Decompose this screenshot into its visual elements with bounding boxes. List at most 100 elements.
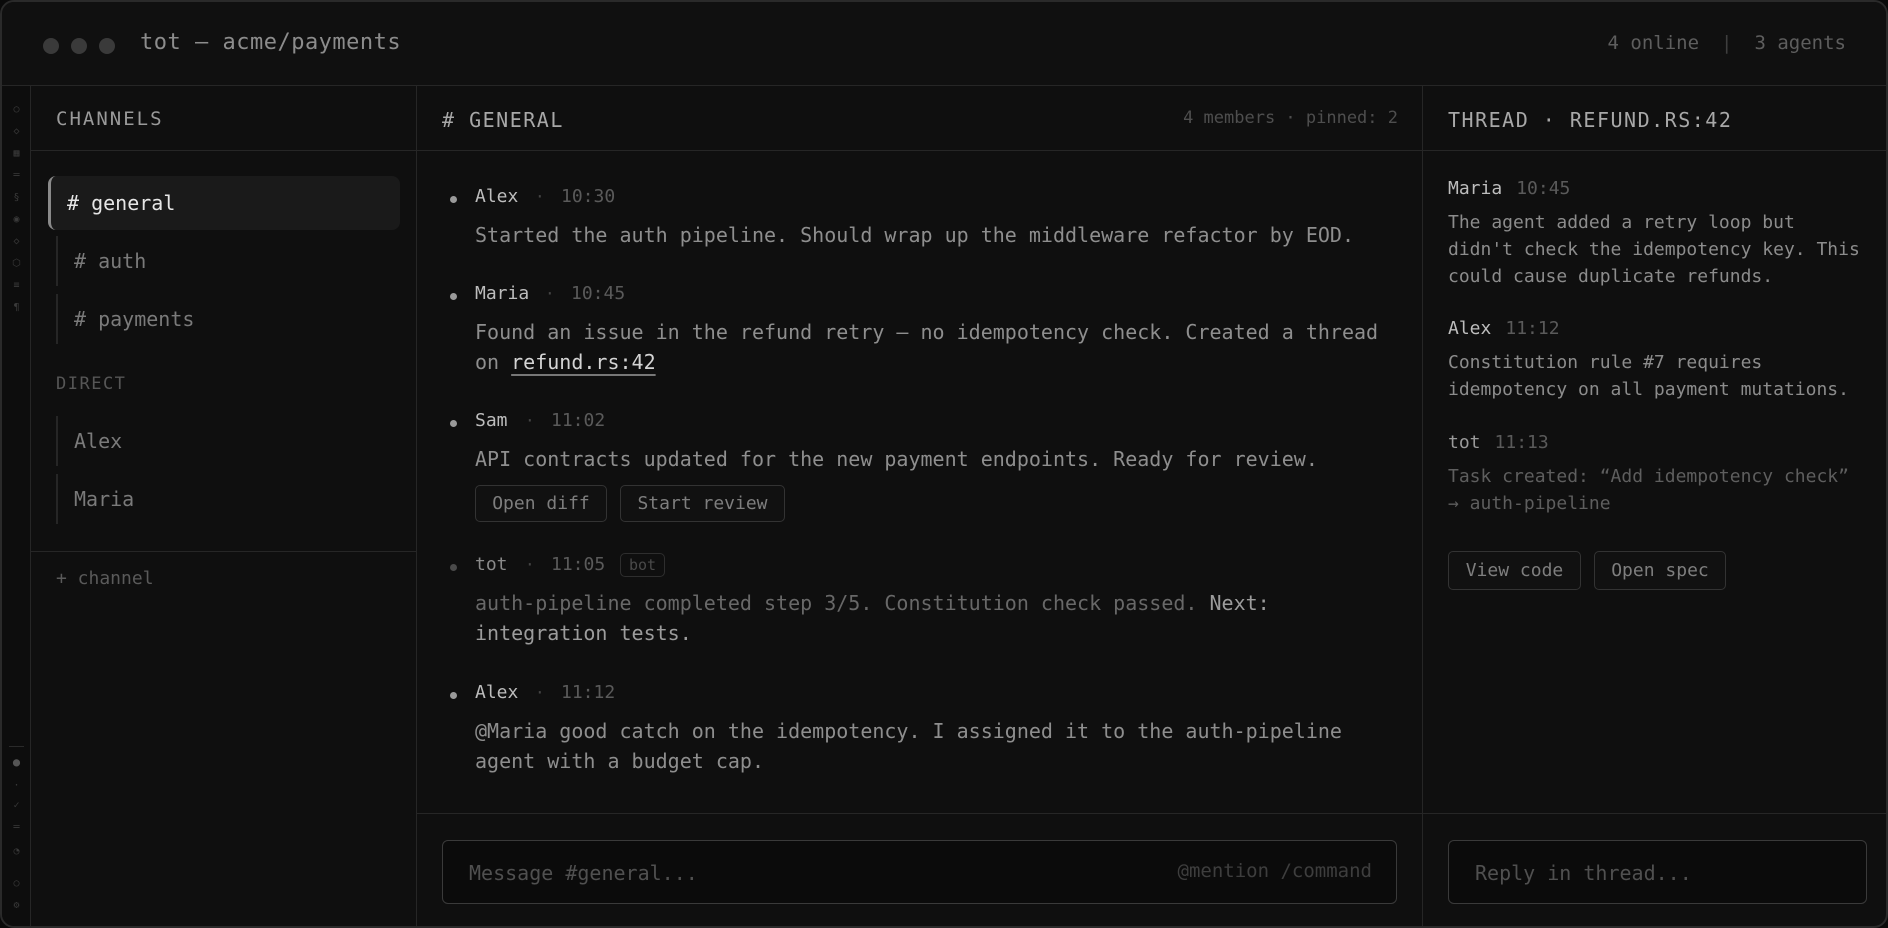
message-time: 11:13 (1494, 432, 1549, 453)
message-highlight: integration tests. (475, 621, 692, 645)
message-time: 10:45 (1516, 178, 1571, 199)
message-time: 11:12 (561, 682, 616, 703)
minus-icon[interactable]: ═ (2, 170, 31, 182)
message-time: 10:30 (561, 186, 616, 207)
channel-item-general[interactable]: # general (48, 176, 400, 230)
channels-heading: CHANNELS (56, 108, 164, 130)
meta-separator: · (535, 683, 545, 702)
status-separator: | (1721, 32, 1733, 54)
message-bullet (450, 564, 457, 571)
message-body: Started the auth pipeline. Should wrap u… (475, 223, 1354, 247)
ring-icon[interactable]: ○ (2, 878, 31, 890)
message-text: Found an issue in the refund retry — no … (475, 320, 1379, 344)
circle-icon[interactable]: ○ (2, 104, 31, 116)
filled-dot-icon[interactable]: ● (2, 756, 31, 768)
message-author[interactable]: Alex (475, 682, 518, 703)
minimize-window-icon[interactable] (71, 38, 87, 54)
message-body: Constitution rule #7 requires idempotenc… (1448, 349, 1868, 403)
conversation-header: # GENERAL 4 members · pinned: 2 (417, 86, 1422, 151)
close-window-icon[interactable] (43, 38, 59, 54)
message-author[interactable]: Sam (475, 410, 508, 431)
message-time: 10:45 (571, 283, 626, 304)
s-icon[interactable]: § (2, 192, 31, 204)
message-text: didn't check the idempotency key. This (1448, 239, 1860, 260)
message-text: on (475, 350, 500, 374)
dot-icon[interactable]: ◉ (2, 214, 31, 226)
conversation-title: # GENERAL (442, 108, 564, 132)
message-body: Task created: “Add idempotency check” → … (1448, 463, 1868, 517)
message-composer[interactable]: @mention /command (442, 840, 1397, 904)
message-body: @Maria good catch on the idempotency. I … (475, 716, 1395, 776)
message-text: could cause duplicate refunds. (1448, 266, 1774, 287)
message-author[interactable]: Alex (1448, 318, 1491, 339)
thread-reply-composer[interactable] (1448, 840, 1867, 904)
strip-divider (9, 746, 24, 747)
message-text: auth-pipeline completed step 3/5. Consti… (475, 591, 1198, 615)
window-title: tot — acme/payments (140, 30, 402, 55)
pilcrow-icon[interactable]: ¶ (2, 302, 31, 314)
presence-status: 4 online | 3 agents (1608, 32, 1846, 54)
channels-divider (31, 551, 416, 552)
channel-item-payments[interactable]: # payments (56, 294, 398, 344)
message-time: 11:12 (1505, 318, 1560, 339)
add-channel-button[interactable]: + channel (56, 568, 154, 589)
message-bullet (450, 293, 457, 300)
message-author[interactable]: Maria (475, 283, 529, 304)
diamond-icon[interactable]: ◇ (2, 236, 31, 248)
message-bullet (450, 692, 457, 699)
message-author[interactable]: Alex (475, 186, 518, 207)
message-bullet (450, 420, 457, 427)
message-text: agent with a budget cap. (475, 749, 764, 773)
start-review-button[interactable]: Start review (620, 485, 785, 522)
view-code-button[interactable]: View code (1448, 551, 1581, 590)
activity-strip: ○ ◇ ▦ ═ § ◉ ◇ ⬡ ≡ ¶ ● · ✓ ═ ◔ ○ ⚙ (2, 86, 31, 926)
lines-icon[interactable]: ═ (2, 822, 31, 834)
thread-message: Maria 10:45 The agent added a retry loop … (1448, 178, 1868, 290)
message-body: The agent added a retry loop but didn't … (1448, 209, 1868, 290)
channels-pane: CHANNELS # general # auth # payments DIR… (31, 86, 417, 926)
thread-reply-input[interactable] (1473, 859, 1843, 887)
composer-area: @mention /command (417, 813, 1422, 926)
grid-icon[interactable]: ▦ (2, 148, 31, 160)
bars-icon[interactable]: ≡ (2, 280, 31, 292)
title-bar: tot — acme/payments 4 online | 3 agents (2, 2, 1886, 86)
maximize-window-icon[interactable] (99, 38, 115, 54)
thread-composer-area (1423, 813, 1886, 926)
message-body: auth-pipeline completed step 3/5. Consti… (475, 588, 1395, 648)
open-diff-button[interactable]: Open diff (475, 485, 607, 522)
message-text: The agent added a retry loop but (1448, 212, 1795, 233)
direct-heading: DIRECT (56, 374, 127, 394)
conversation-meta: 4 members · pinned: 2 (1183, 108, 1398, 128)
diamond-icon[interactable]: ◇ (2, 126, 31, 138)
bot-badge: bot (620, 553, 666, 577)
direct-item-alex[interactable]: Alex (56, 416, 398, 466)
message-author[interactable]: Maria (1448, 178, 1502, 199)
thread-message: tot 11:13 Task created: “Add idempotency … (1448, 432, 1868, 517)
thread-message: Alex 11:12 Constitution rule #7 requires … (1448, 318, 1868, 403)
message-text: idempotency on all payment mutations. (1448, 379, 1849, 400)
message-author[interactable]: tot (475, 554, 508, 575)
gear-icon[interactable]: ⚙ (2, 900, 31, 912)
channel-item-auth[interactable]: # auth (56, 236, 398, 286)
half-circle-icon[interactable]: ◔ (2, 846, 31, 858)
message-text: → auth-pipeline (1448, 493, 1611, 514)
message-bullet (450, 196, 457, 203)
thread-link[interactable]: refund.rs:42 (511, 350, 656, 374)
online-count: 4 online (1607, 32, 1700, 54)
message-highlight: Next: (1209, 591, 1270, 615)
meta-separator: · (535, 187, 545, 206)
message-author[interactable]: tot (1448, 432, 1481, 453)
conversation-pane: # GENERAL 4 members · pinned: 2 Alex · 1… (417, 86, 1423, 926)
message-text: Task created: “Add idempotency check” (1448, 466, 1849, 487)
open-spec-button[interactable]: Open spec (1594, 551, 1726, 590)
message-time: 11:05 (551, 554, 606, 575)
direct-item-maria[interactable]: Maria (56, 474, 398, 524)
message-body: API contracts updated for the new paymen… (475, 447, 1318, 471)
app-window: tot — acme/payments 4 online | 3 agents ○ … (0, 0, 1888, 928)
meta-separator: · (525, 555, 535, 574)
message-input[interactable] (467, 859, 1067, 887)
small-dot-icon[interactable]: · (2, 780, 31, 792)
hex-icon[interactable]: ⬡ (2, 258, 31, 270)
check-icon[interactable]: ✓ (2, 800, 31, 812)
message-text: @Maria good catch on the idempotency. I … (475, 719, 1342, 743)
